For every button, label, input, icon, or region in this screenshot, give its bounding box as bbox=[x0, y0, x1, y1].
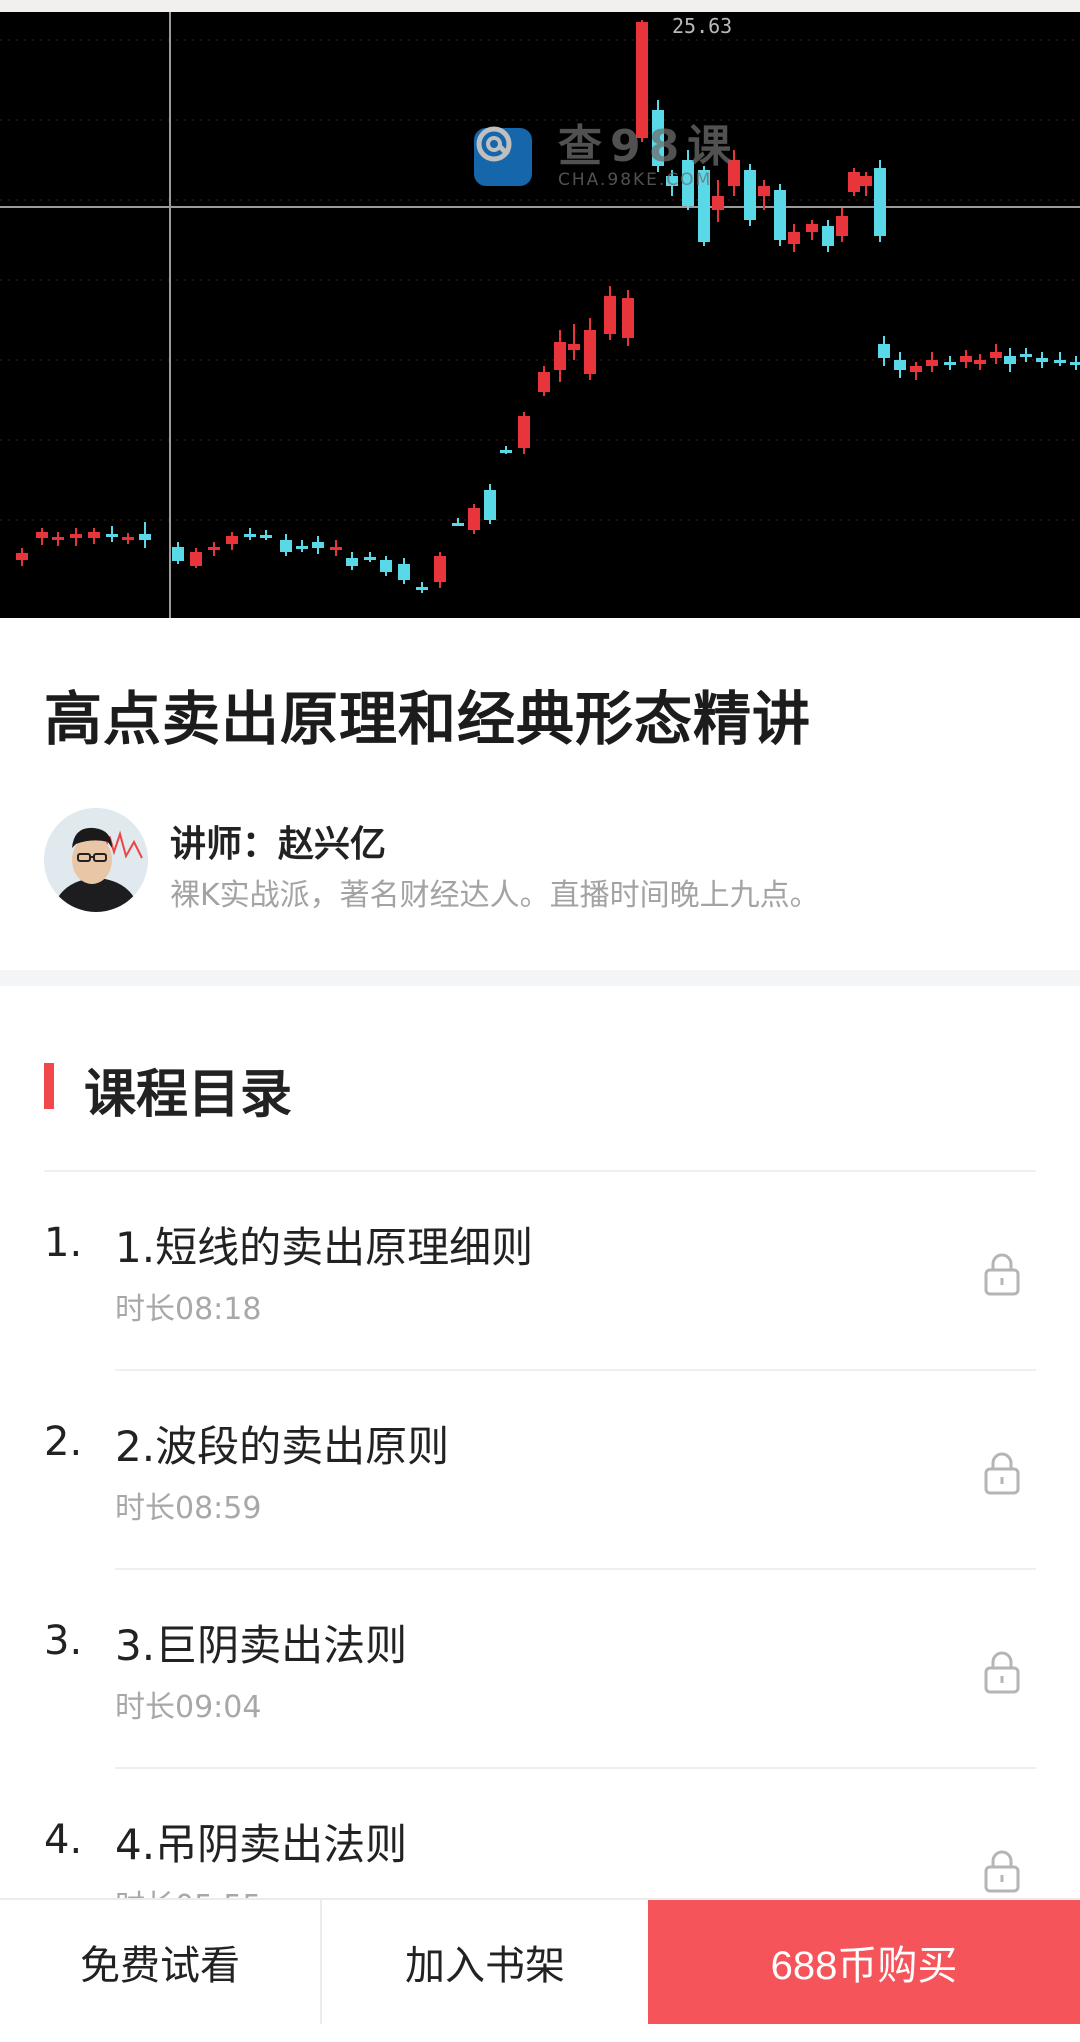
candle-body bbox=[139, 534, 151, 540]
lesson-title: 3.巨阴卖出法则 bbox=[115, 1621, 408, 1670]
candle-body bbox=[788, 232, 800, 244]
lesson-index: 1. bbox=[44, 1220, 83, 1266]
lock-icon bbox=[984, 1452, 1020, 1495]
price-label: 25.63 bbox=[672, 14, 733, 38]
watermark: 查98课 CHA.98KE.COM bbox=[474, 124, 739, 190]
candle-body bbox=[280, 540, 292, 552]
candle-body bbox=[434, 556, 446, 582]
add-to-shelf-button[interactable]: 加入书架 bbox=[322, 1900, 648, 2024]
candle-body bbox=[226, 536, 238, 544]
candle-body bbox=[974, 360, 986, 364]
course-title: 高点卖出原理和经典形态精讲 bbox=[44, 685, 812, 753]
teacher-name: 讲师：赵兴亿 bbox=[170, 824, 387, 865]
candle-body bbox=[484, 490, 496, 520]
candle-body bbox=[416, 587, 428, 590]
candle-body bbox=[622, 298, 634, 338]
candle-body bbox=[172, 547, 184, 561]
candle-body bbox=[346, 558, 358, 566]
lesson-duration: 时长08:18 bbox=[115, 1292, 262, 1327]
candle-body bbox=[1004, 356, 1016, 364]
candle-body bbox=[122, 537, 134, 540]
candle-body bbox=[36, 532, 48, 538]
candle-body bbox=[244, 534, 256, 537]
lesson-item[interactable]: 2. 2.波段的卖出原则 时长08:59 bbox=[0, 1371, 1080, 1570]
candle-body bbox=[468, 508, 480, 530]
free-preview-button[interactable]: 免费试看 bbox=[0, 1900, 322, 2024]
lesson-index: 2. bbox=[44, 1419, 83, 1465]
candle-body bbox=[874, 168, 886, 236]
lock-icon bbox=[984, 1651, 1020, 1694]
candle-body bbox=[296, 546, 308, 549]
candle-body bbox=[604, 296, 616, 334]
teacher-avatar[interactable] bbox=[44, 808, 148, 912]
lesson-index: 3. bbox=[44, 1618, 83, 1664]
candle-body bbox=[500, 450, 512, 453]
candle-body bbox=[960, 356, 972, 362]
catalog-accent-bar bbox=[44, 1063, 54, 1109]
lesson-duration: 时长08:59 bbox=[115, 1491, 262, 1526]
candle-body bbox=[758, 186, 770, 196]
lesson-duration: 时长09:04 bbox=[115, 1690, 262, 1725]
candle-body bbox=[190, 552, 202, 566]
candle-body bbox=[926, 360, 938, 366]
candle-body bbox=[836, 216, 848, 236]
candle-body bbox=[860, 176, 872, 186]
course-cover-chart: 25.63 查98课 CHA.98KE.COM bbox=[0, 0, 1080, 618]
watermark-text: 查98课 CHA.98KE.COM bbox=[558, 121, 740, 191]
watermark-title: 查98课 bbox=[558, 121, 740, 172]
candle-body bbox=[848, 172, 860, 192]
candle-body bbox=[944, 362, 956, 365]
course-detail-page: 25.63 查98课 CHA.98KE.COM 高点卖出原理和经典形态精讲 讲师… bbox=[0, 0, 1080, 2042]
candle-body bbox=[774, 190, 786, 240]
candle-body bbox=[712, 196, 724, 210]
candle-body bbox=[52, 537, 64, 540]
candle-body bbox=[538, 372, 550, 392]
lesson-title: 4.吊阴卖出法则 bbox=[115, 1820, 408, 1869]
candle-body bbox=[208, 547, 220, 550]
candle-body bbox=[584, 330, 596, 374]
candle-body bbox=[106, 534, 118, 537]
candle-body bbox=[16, 553, 28, 560]
candle-body bbox=[1036, 358, 1048, 362]
candle-body bbox=[364, 557, 376, 560]
candle-body bbox=[330, 547, 342, 550]
candle-body bbox=[744, 170, 756, 220]
teacher-description: 裸K实战派，著名财经达人。直播时间晚上九点。 bbox=[170, 878, 820, 913]
candle-body bbox=[1020, 354, 1032, 357]
candle-body bbox=[878, 344, 890, 358]
candle-body bbox=[518, 416, 530, 448]
lock-icon bbox=[984, 1253, 1020, 1296]
candle-body bbox=[990, 352, 1002, 358]
candle-body bbox=[312, 542, 324, 548]
candlestick-chart bbox=[0, 12, 1080, 618]
candle-body bbox=[910, 366, 922, 372]
candle-body bbox=[260, 535, 272, 538]
candle-body bbox=[1054, 360, 1066, 363]
candle-body bbox=[398, 564, 410, 580]
candle-body bbox=[452, 523, 464, 526]
candle-body bbox=[894, 360, 906, 370]
candle-body bbox=[568, 344, 580, 350]
candle-body bbox=[822, 226, 834, 246]
buy-button[interactable]: 688币购买 bbox=[648, 1900, 1080, 2024]
candle-body bbox=[554, 342, 566, 370]
watermark-subtitle: CHA.98KE.COM bbox=[558, 170, 713, 190]
lock-icon bbox=[984, 1850, 1020, 1893]
lesson-index: 4. bbox=[44, 1817, 83, 1863]
lesson-title: 2.波段的卖出原则 bbox=[115, 1422, 450, 1471]
bottom-action-bar: 免费试看 加入书架 688币购买 bbox=[0, 1898, 1080, 2042]
section-divider bbox=[0, 970, 1080, 986]
catalog-title: 课程目录 bbox=[84, 1065, 293, 1125]
candle-body bbox=[806, 224, 818, 232]
lesson-title: 1.短线的卖出原理细则 bbox=[115, 1223, 534, 1272]
candle-body bbox=[380, 560, 392, 572]
watermark-logo-icon bbox=[474, 126, 532, 186]
lesson-item[interactable]: 3. 3.巨阴卖出法则 时长09:04 bbox=[0, 1570, 1080, 1769]
candle-body bbox=[88, 532, 100, 538]
lesson-item[interactable]: 1. 1.短线的卖出原理细则 时长08:18 bbox=[0, 1172, 1080, 1371]
candle-body bbox=[70, 534, 82, 538]
candle-body bbox=[1070, 362, 1080, 365]
